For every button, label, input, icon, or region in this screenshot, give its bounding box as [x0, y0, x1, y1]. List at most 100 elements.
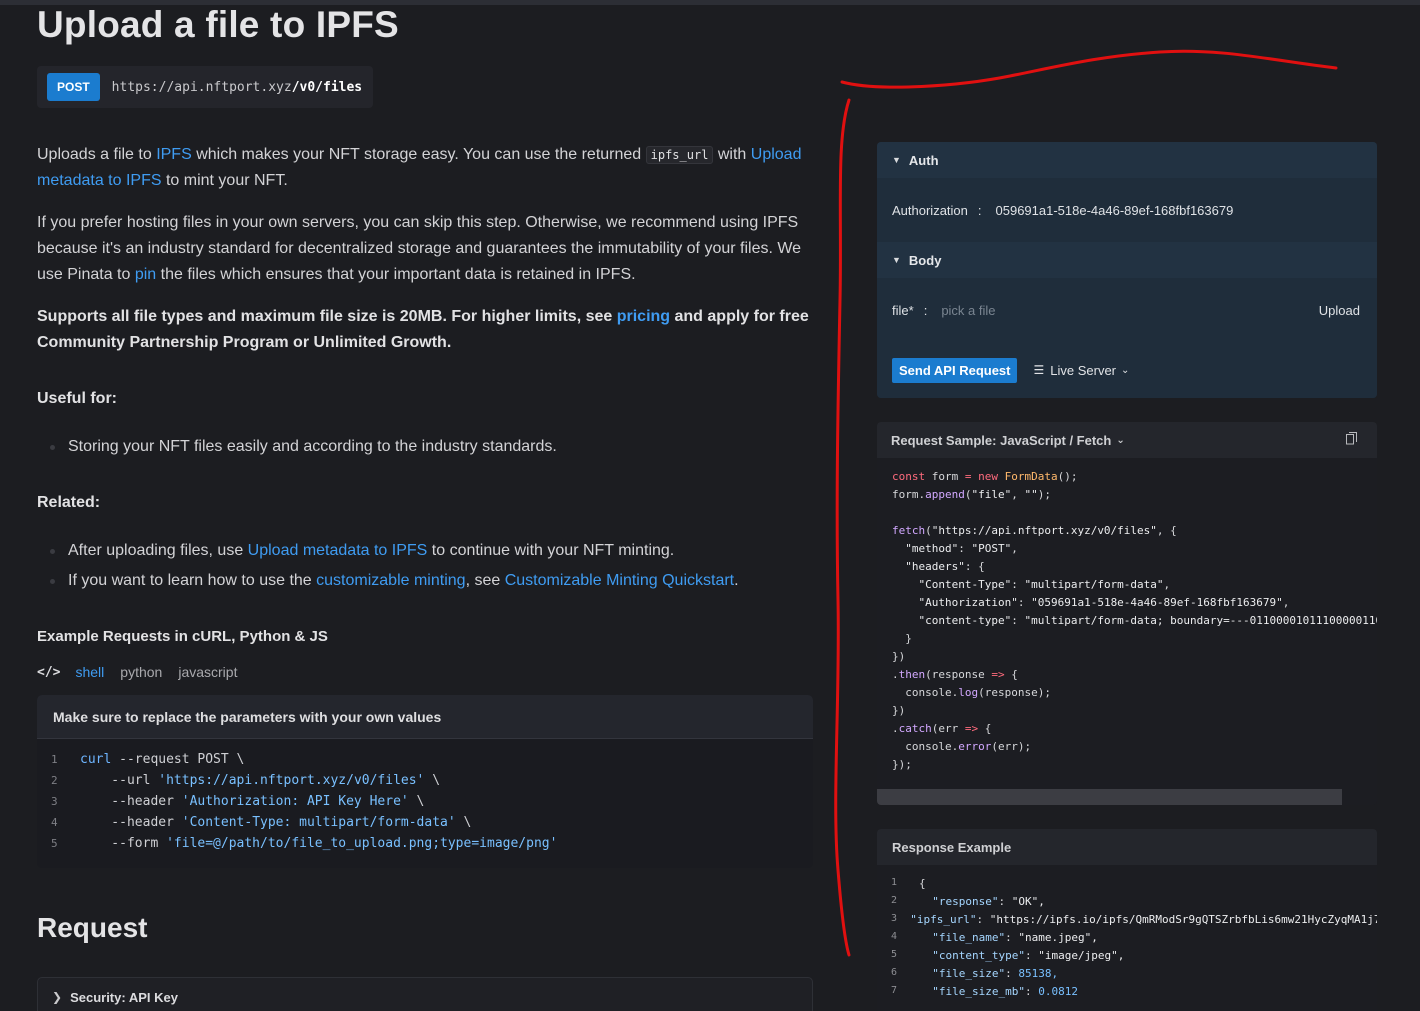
code-line: .catch(err => {	[892, 722, 992, 735]
code-line: 7 "file_size_mb": 0.0812	[877, 985, 1377, 1003]
separator: :	[923, 302, 928, 318]
list-item: Storing your NFT files easily and accord…	[50, 438, 557, 456]
upload-metadata-link[interactable]: Upload metadata to IPFS	[248, 542, 428, 559]
js-code-block[interactable]: const form = new FormData(); form.append…	[877, 458, 1377, 776]
copy-icon[interactable]	[1346, 432, 1357, 445]
line-number: 6	[891, 967, 898, 978]
code-line: "Content-Type": "multipart/form-data",	[918, 578, 1171, 591]
text: the files which ensures that your import…	[156, 266, 636, 283]
bullet-dot	[50, 444, 55, 450]
text: If you want to learn how to use the	[68, 572, 317, 589]
code-text: --form 'file=@/path/to/file_to_upload.pn…	[80, 836, 558, 851]
response-code-block[interactable]: 1{2 "response": "OK", 3 "ipfs_url": "http…	[877, 865, 1377, 1003]
code-line: form.append("file", "");	[892, 488, 1051, 501]
pin-link[interactable]: pin	[135, 266, 156, 283]
list-item-text: If you want to learn how to use the cust…	[68, 572, 739, 590]
line-number: 1	[51, 753, 58, 766]
code-text: curl --request POST \	[80, 752, 245, 767]
code-line: .then(response => {	[892, 668, 1018, 681]
code-line: 5 "content_type": "image/jpeg",	[877, 949, 1377, 967]
text: which makes your NFT storage easy. You c…	[191, 146, 646, 163]
text: to continue with your NFT minting.	[427, 542, 675, 559]
code-line: })	[892, 650, 906, 663]
method-badge: POST	[47, 73, 100, 101]
code-text: "content_type": "image/jpeg",	[932, 949, 1125, 962]
endpoint-bar: POST https://api.nftport.xyz/v0/files	[37, 66, 373, 108]
auth-section-header[interactable]: ▼ Auth	[877, 142, 1377, 178]
code-line: 2 "response": "OK",	[877, 895, 1377, 913]
line-number: 3	[891, 913, 898, 924]
request-sample-card: Request Sample: JavaScript / Fetch ⌄ con…	[877, 422, 1377, 805]
authorization-field: Authorization : 059691a1-518e-4a46-89ef-…	[877, 178, 1377, 242]
server-label: Live Server	[1050, 362, 1116, 378]
intro-paragraph-2: If you prefer hosting files in your own …	[37, 210, 813, 288]
code-line: "Authorization": "059691a1-518e-4a46-89e…	[918, 596, 1290, 609]
text: Uploads a file to	[37, 146, 157, 163]
code-line: 5 --form 'file=@/path/to/file_to_upload.…	[37, 833, 813, 854]
try-it-panel: ▼ Auth Authorization : 059691a1-518e-4a4…	[877, 142, 1377, 398]
tab-shell[interactable]: shell	[75, 664, 104, 680]
quickstart-link[interactable]: Customizable Minting Quickstart	[505, 572, 734, 589]
line-number: 2	[51, 774, 58, 787]
security-label: Security: API Key	[70, 989, 178, 1005]
code-icon: </>	[37, 664, 61, 680]
related-heading: Related:	[37, 494, 101, 511]
line-number: 7	[891, 985, 898, 996]
send-row: Send API Request ☰ Live Server ⌄	[877, 342, 1377, 398]
response-example-card: Response Example 1{2 "response": "OK", 3 …	[877, 829, 1377, 1011]
text: , see	[465, 572, 505, 589]
file-picker[interactable]: pick a file	[941, 303, 995, 318]
code-line: "method": "POST",	[905, 542, 1018, 555]
tab-python[interactable]: python	[120, 664, 162, 680]
line-number: 5	[891, 949, 898, 960]
intro-paragraph-1: Uploads a file to IPFS which makes your …	[37, 142, 813, 194]
code-text: "response": "OK",	[932, 895, 1045, 908]
text: to mint your NFT.	[161, 172, 288, 189]
file-field: file* : pick a file Upload	[877, 278, 1377, 342]
code-text: "ipfs_url": "https://ipfs.io/ipfs/QmRMod…	[910, 913, 1377, 926]
code-line: "content-type": "multipart/form-data; bo…	[918, 614, 1378, 627]
text: After uploading files, use	[68, 542, 248, 559]
security-accordion[interactable]: ❯ Security: API Key	[37, 977, 813, 1011]
code-line: 1 curl --request POST \	[37, 749, 813, 770]
customizable-minting-link[interactable]: customizable minting	[316, 572, 465, 589]
horizontal-scrollbar[interactable]	[877, 789, 1342, 805]
list-icon: ☰	[1033, 363, 1045, 377]
intro-paragraph-3: Supports all file types and maximum file…	[37, 304, 813, 356]
authorization-label: Authorization	[892, 202, 968, 218]
line-number: 4	[51, 816, 58, 829]
text: with	[713, 146, 751, 163]
curl-code-block[interactable]: 1 curl --request POST \ 2 --url 'https://a…	[37, 739, 813, 854]
file-label: file*	[892, 302, 914, 318]
request-sample-header[interactable]: Request Sample: JavaScript / Fetch ⌄	[877, 422, 1377, 458]
line-number: 2	[891, 895, 898, 906]
code-line: 1{	[877, 877, 1377, 895]
endpoint-url[interactable]: https://api.nftport.xyz/v0/files	[112, 80, 362, 95]
text: .	[734, 572, 739, 589]
server-selector[interactable]: ☰ Live Server ⌄	[1033, 363, 1129, 378]
examples-heading: Example Requests in cURL, Python & JS	[37, 628, 328, 645]
code-text: "file_size_mb": 0.0812	[932, 985, 1078, 998]
authorization-input[interactable]: 059691a1-518e-4a46-89ef-168fbf163679	[996, 203, 1234, 218]
ipfs-link[interactable]: IPFS	[156, 146, 192, 163]
text: Supports all file types and maximum file…	[37, 308, 617, 325]
code-text: --header 'Content-Type: multipart/form-d…	[80, 815, 472, 830]
line-number: 1	[891, 877, 898, 888]
caret-down-icon: ▼	[892, 155, 901, 165]
body-label: Body	[908, 252, 942, 268]
code-line: }	[892, 632, 912, 645]
list-item-text: Storing your NFT files easily and accord…	[68, 438, 557, 455]
upload-button[interactable]: Upload	[1319, 303, 1360, 318]
code-text: --header 'Authorization: API Key Here' \	[80, 794, 425, 809]
code-line: fetch("https://api.nftport.xyz/v0/files"…	[892, 524, 1177, 537]
endpoint-url-base: https://api.nftport.xyz	[111, 79, 292, 95]
send-api-request-button[interactable]: Send API Request	[892, 357, 1018, 383]
pricing-link[interactable]: pricing	[617, 308, 670, 325]
tab-javascript[interactable]: javascript	[178, 664, 237, 680]
curl-example-card: Make sure to replace the parameters with…	[37, 695, 813, 868]
body-section-header[interactable]: ▼ Body	[877, 242, 1377, 278]
code-line: })	[892, 704, 906, 717]
code-line: console.log(response);	[892, 686, 1051, 699]
chevron-down-icon: ⌄	[1121, 364, 1130, 376]
